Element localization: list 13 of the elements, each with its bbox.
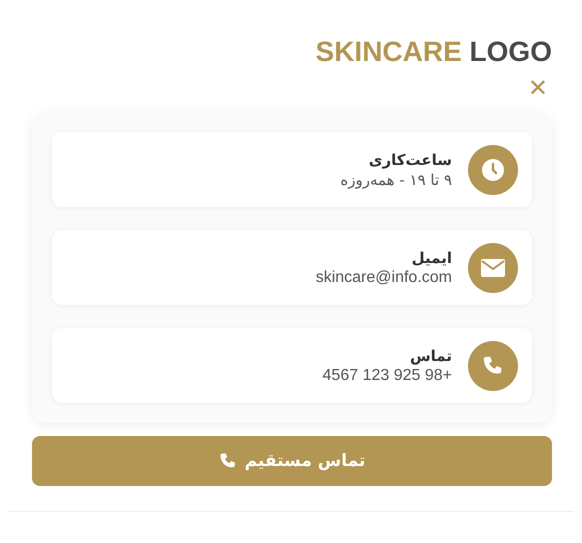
close-button[interactable]: ✕ [528,74,548,102]
contact-value: 4567 123 925 98+ [322,366,452,384]
contact-value: ۹ تا ۱۹ - همه‌روزه [340,170,452,188]
phone-icon [468,340,518,390]
envelope-icon [468,242,518,292]
contact-value: skincare@info.com [316,268,452,286]
clock-icon [468,144,518,194]
contact-title: ساعت‌کاری [368,150,452,168]
contact-title: تماس [410,346,452,364]
phone-icon [218,452,237,470]
logo: SKINCARE LOGO [316,36,552,68]
call-button[interactable]: تماس مستقیم [32,436,552,486]
contact-title: ایمیل [412,248,452,266]
